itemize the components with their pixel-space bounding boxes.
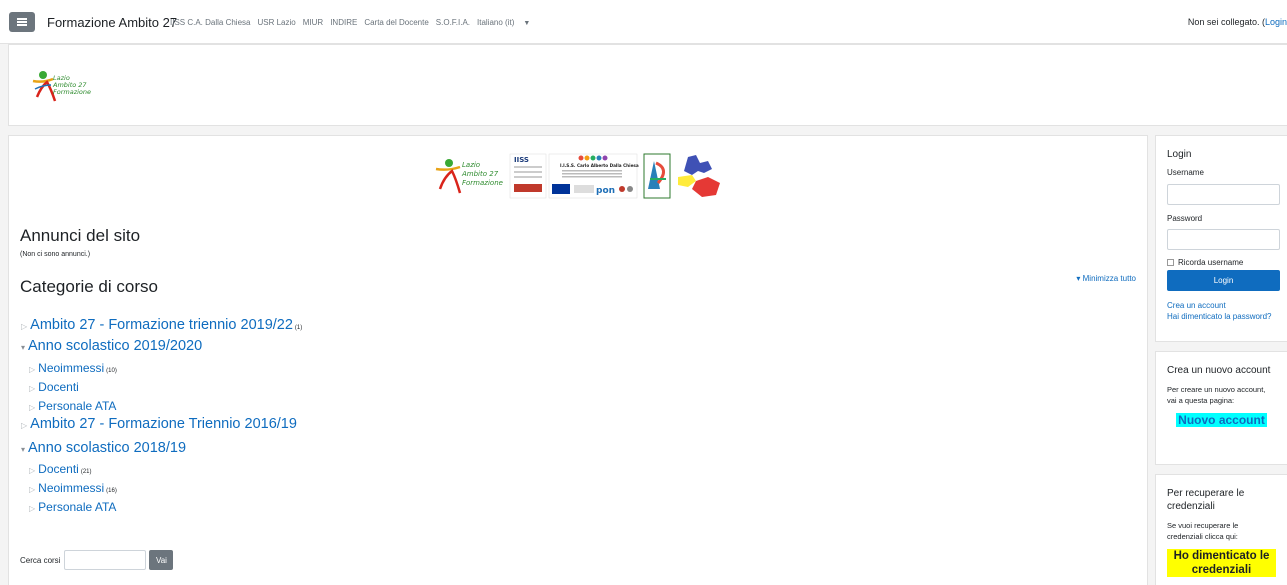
collapse-all-label: Minimizza tutto (1082, 274, 1136, 283)
top-navbar: Formazione Ambito 27 IISS C.A. Dalla Chi… (0, 0, 1287, 44)
category-label: Docenti (38, 462, 79, 476)
main-content: Lazio Ambito 27 Formazione IISS I.I.S.S.… (8, 135, 1148, 585)
login-status: Non sei collegato. (Login (1188, 17, 1287, 27)
create-account-title: Crea un nuovo account (1167, 365, 1271, 376)
username-input[interactable] (1167, 184, 1280, 205)
category-label: Personale ATA (38, 500, 117, 514)
category-anno-2018-19[interactable]: ▾ Anno scolastico 2018/19 (21, 440, 186, 456)
course-count: (16) (106, 488, 117, 494)
create-account-link[interactable]: Crea un account (1167, 300, 1276, 311)
triangle-right-icon: ▷ (29, 504, 36, 513)
nav-link-sofia[interactable]: S.O.F.I.A. (436, 18, 470, 27)
category-neoimmessi-2019[interactable]: ▷ Neoimmessi (10) (29, 361, 117, 375)
nav-link-usr-lazio[interactable]: USR Lazio (257, 18, 295, 27)
collapse-all-link[interactable]: ▾ Minimizza tutto (1076, 274, 1136, 283)
pon-label: pon (596, 186, 615, 196)
course-count: (10) (106, 368, 117, 374)
category-label: Docenti (38, 380, 79, 394)
remember-username[interactable]: Ricorda username (1167, 258, 1276, 267)
triangle-right-icon: ▷ (21, 322, 28, 331)
remember-label: Ricorda username (1178, 258, 1244, 267)
school-name: I.I.S.S. Carlo Alberto Dalla Chiesa (560, 163, 639, 168)
create-account-block: Crea un nuovo account Per creare un nuov… (1155, 351, 1287, 465)
triangle-right-icon: ▷ (29, 403, 36, 412)
recover-credentials-block: Per recuperare le credenziali Se vuoi re… (1155, 474, 1287, 585)
logo-line-3: Formazione (53, 88, 91, 96)
custom-menu: IISS C.A. Dalla Chiesa USR Lazio MIUR IN… (170, 18, 544, 27)
category-label: Ambito 27 - Formazione Triennio 2016/19 (30, 416, 297, 432)
search-label: Cerca corsi (20, 555, 61, 565)
category-ambito27-2019-22[interactable]: ▷ Ambito 27 - Formazione triennio 2019/2… (21, 317, 302, 333)
course-count: (21) (80, 469, 92, 475)
triangle-right-icon: ▷ (29, 365, 36, 374)
nav-link-iiss[interactable]: IISS C.A. Dalla Chiesa (170, 18, 250, 27)
partners-banner: Lazio Ambito 27 Formazione IISS I.I.S.S.… (435, 153, 720, 199)
category-anno-2019-2020[interactable]: ▾ Anno scolastico 2019/2020 (21, 338, 202, 354)
new-account-link[interactable]: Nuovo account (1176, 413, 1267, 427)
nav-link-miur[interactable]: MIUR (303, 18, 323, 27)
triangle-right-icon: ▷ (29, 384, 36, 393)
category-personale-ata-2019[interactable]: ▷ Personale ATA (29, 399, 116, 413)
triangle-down-icon: ▾ (21, 445, 26, 454)
remember-checkbox[interactable] (1167, 259, 1174, 266)
triangle-down-icon: ▾ (21, 343, 26, 352)
category-label: Ambito 27 - Formazione triennio 2019/22 (30, 317, 293, 333)
category-label: Neoimmessi (38, 361, 105, 375)
banner-logo-line-1: Lazio (462, 161, 480, 169)
no-announcements-text: (Non ci sono annunci.) (20, 251, 91, 258)
iiss-label: IISS (514, 156, 529, 164)
triangle-right-icon: ▷ (21, 421, 28, 430)
page-header: Lazio Ambito 27 Formazione (8, 44, 1287, 126)
menu-toggle-button[interactable] (9, 12, 35, 32)
login-block-title: Login (1167, 149, 1192, 160)
password-label: Password (1167, 214, 1203, 223)
announcements-title: Annunci del sito (20, 226, 141, 245)
navbar-login-link[interactable]: Login (1265, 17, 1287, 27)
forgot-credentials-link[interactable]: Ho dimenticato le credenziali (1167, 549, 1276, 577)
course-search-form: Cerca corsi Vai (20, 550, 174, 570)
language-menu[interactable]: Italiano (it) ▼ (477, 18, 537, 27)
search-go-button[interactable]: Vai (149, 550, 174, 570)
category-neoimmessi-2018[interactable]: ▷ Neoimmessi (16) (29, 481, 117, 495)
category-personale-ata-2018[interactable]: ▷ Personale ATA (29, 500, 116, 514)
hamburger-icon (17, 18, 27, 26)
recover-title: Per recuperare le credenziali (1167, 488, 1245, 512)
banner-logo-line-3: Formazione (462, 179, 503, 187)
category-label: Anno scolastico 2018/19 (28, 440, 187, 456)
categories-title: Categorie di corso (20, 277, 158, 296)
triangle-right-icon: ▷ (29, 466, 36, 475)
nav-link-carta-docente[interactable]: Carta del Docente (364, 18, 428, 27)
create-account-text: Per creare un nuovo account, vai a quest… (1167, 385, 1266, 405)
category-docenti-2019[interactable]: ▷ Docenti (29, 380, 79, 394)
course-count: (1) (294, 325, 303, 331)
search-courses-input[interactable] (64, 550, 147, 570)
category-label: Neoimmessi (38, 481, 105, 495)
category-ambito27-2016-19[interactable]: ▷ Ambito 27 - Formazione Triennio 2016/1… (21, 416, 297, 432)
forgot-password-link[interactable]: Hai dimenticato la password? (1167, 311, 1276, 322)
banner-logo-line-2: Ambito 27 (461, 170, 499, 178)
category-label: Personale ATA (38, 399, 117, 413)
caret-down-icon: ▼ (523, 20, 531, 27)
password-input[interactable] (1167, 229, 1280, 250)
site-brand[interactable]: Formazione Ambito 27 (47, 15, 177, 30)
nav-link-indire[interactable]: INDIRE (330, 18, 357, 27)
category-label: Anno scolastico 2019/2020 (28, 338, 203, 354)
login-button[interactable]: Login (1167, 270, 1280, 291)
username-label: Username (1167, 168, 1204, 177)
language-label: Italiano (it) (477, 18, 515, 27)
recover-text: Se vuoi recuperare le credenziali clicca… (1167, 521, 1239, 541)
site-logo[interactable]: Lazio Ambito 27 Formazione (31, 67, 101, 107)
triangle-right-icon: ▷ (29, 485, 36, 494)
login-block: Login Username Password Ricorda username… (1155, 135, 1287, 342)
category-docenti-2018[interactable]: ▷ Docenti (21) (29, 462, 92, 476)
login-status-text: Non sei collegato. ( (1187, 17, 1265, 27)
